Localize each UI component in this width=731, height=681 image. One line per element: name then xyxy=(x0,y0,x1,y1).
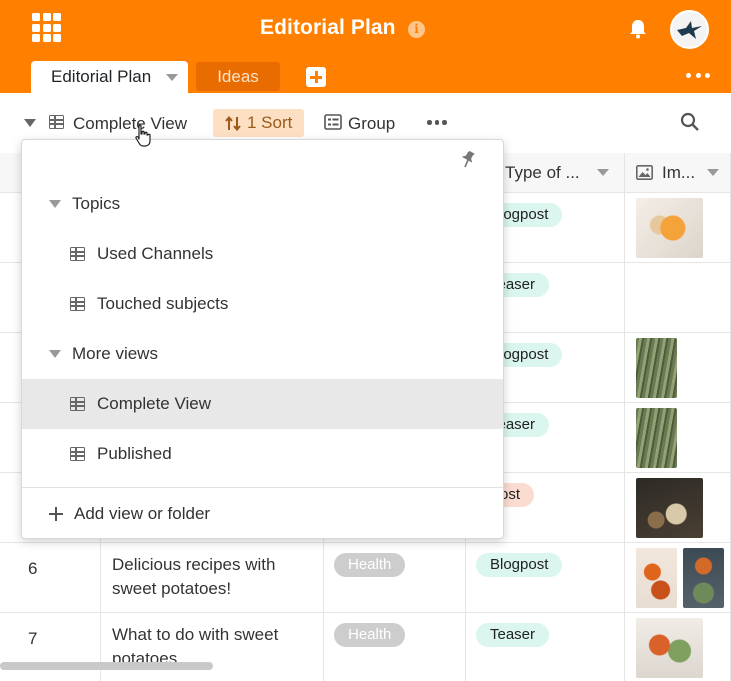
table-icon xyxy=(70,297,85,311)
apps-grid-icon[interactable] xyxy=(32,13,61,42)
thumbnail-image[interactable] xyxy=(636,618,703,678)
caret-down-icon[interactable] xyxy=(49,350,61,358)
app-window: Editorial Plan i Editorial Plan Ideas Co… xyxy=(0,0,731,681)
image-cell[interactable] xyxy=(625,613,731,681)
bird-logo-icon xyxy=(672,12,707,47)
image-cell[interactable] xyxy=(625,403,731,473)
type-cell[interactable]: Teaser xyxy=(466,613,625,681)
search-icon[interactable] xyxy=(680,112,700,132)
image-cell[interactable] xyxy=(625,543,731,613)
thumbnail-image[interactable] xyxy=(636,198,703,258)
sort-label: 1 Sort xyxy=(247,113,293,132)
tag-badge: Health xyxy=(334,623,406,647)
current-view-button[interactable]: Complete View xyxy=(73,114,187,134)
view-label: Published xyxy=(97,444,172,463)
horizontal-scrollbar[interactable] xyxy=(0,662,213,670)
image-cell[interactable] xyxy=(625,263,731,333)
divider xyxy=(22,487,503,488)
info-icon[interactable]: i xyxy=(408,21,425,38)
type-cell[interactable]: Blogpost xyxy=(466,543,625,613)
tags-cell[interactable]: Health xyxy=(324,543,466,613)
image-cell[interactable] xyxy=(625,473,731,543)
sort-button[interactable]: 1 Sort xyxy=(213,109,304,137)
chevron-down-icon[interactable] xyxy=(597,169,609,176)
table-row[interactable]: 7 What to do with sweet potatoes Health … xyxy=(0,613,731,681)
title-line: Delicious recipes with xyxy=(112,555,276,574)
view-item-touched-subjects[interactable]: Touched subjects xyxy=(22,279,503,329)
tab-ideas[interactable]: Ideas xyxy=(196,62,280,91)
bell-icon[interactable] xyxy=(627,18,649,40)
type-badge: Teaser xyxy=(476,623,550,647)
chevron-down-icon[interactable] xyxy=(707,169,719,176)
page-title: Editorial Plan xyxy=(260,16,396,39)
more-icon[interactable] xyxy=(686,73,710,79)
table-icon xyxy=(70,447,85,461)
group-icon xyxy=(324,114,342,130)
view-label: Touched subjects xyxy=(97,294,229,313)
view-label: Used Channels xyxy=(97,244,214,263)
folder-label: More views xyxy=(72,344,158,363)
col-header-label: Im... xyxy=(662,163,696,182)
view-label: Complete View xyxy=(97,394,212,413)
view-item-used-channels[interactable]: Used Channels xyxy=(22,229,503,279)
add-view-button[interactable]: Add view or folder xyxy=(22,489,503,539)
title-line: sweet potatoes! xyxy=(112,579,232,598)
thumbnail-image[interactable] xyxy=(636,338,677,398)
col-header-label: Type of ... xyxy=(505,163,580,182)
col-header-image[interactable]: Im... xyxy=(625,153,731,193)
views-dropdown: Topics Used Channels Touched subjects Mo… xyxy=(21,139,504,539)
sort-icon xyxy=(225,116,241,131)
rownum-cell: 6 xyxy=(0,543,101,613)
thumbnail-image[interactable] xyxy=(636,548,677,608)
group-button[interactable]: Group xyxy=(348,114,395,134)
add-view-label: Add view or folder xyxy=(74,504,211,523)
plus-icon xyxy=(49,507,63,521)
image-cell[interactable] xyxy=(625,333,731,403)
avatar[interactable] xyxy=(670,10,709,49)
tags-cell[interactable]: Health xyxy=(324,613,466,681)
tag-badge: Health xyxy=(334,553,406,577)
folder-label: Topics xyxy=(72,194,121,213)
caret-down-icon[interactable] xyxy=(49,200,61,208)
thumbnail-image[interactable] xyxy=(683,548,724,608)
title-cell[interactable]: What to do with sweet potatoes xyxy=(101,613,324,681)
folder-more-views[interactable]: More views xyxy=(22,329,503,379)
view-item-complete-view[interactable]: Complete View xyxy=(22,379,503,429)
title-line: What to do with sweet xyxy=(112,625,279,644)
tab-label: Editorial Plan xyxy=(51,67,152,86)
more-icon[interactable] xyxy=(427,120,447,125)
header-bar: Editorial Plan i Editorial Plan Ideas xyxy=(0,0,731,93)
hand-cursor-icon xyxy=(135,124,151,147)
image-icon xyxy=(636,165,653,180)
table-row[interactable]: 6 Delicious recipes with sweet potatoes!… xyxy=(0,543,731,613)
chevron-down-icon[interactable] xyxy=(166,74,178,81)
table-icon xyxy=(49,115,64,129)
image-cell[interactable] xyxy=(625,193,731,263)
rownum-cell: 7 xyxy=(0,613,101,681)
thumbnail-image[interactable] xyxy=(636,478,703,538)
caret-down-icon[interactable] xyxy=(24,119,36,127)
table-icon xyxy=(70,247,85,261)
thumbnail-image[interactable] xyxy=(636,408,677,468)
plus-icon[interactable] xyxy=(306,67,326,87)
type-badge: Blogpost xyxy=(476,553,563,577)
tab-editorial-plan[interactable]: Editorial Plan xyxy=(31,61,188,93)
title-cell[interactable]: Delicious recipes with sweet potatoes! xyxy=(101,543,324,613)
folder-topics[interactable]: Topics xyxy=(22,179,503,229)
table-icon xyxy=(70,397,85,411)
pin-icon[interactable] xyxy=(460,150,476,168)
view-item-published[interactable]: Published xyxy=(22,429,503,479)
